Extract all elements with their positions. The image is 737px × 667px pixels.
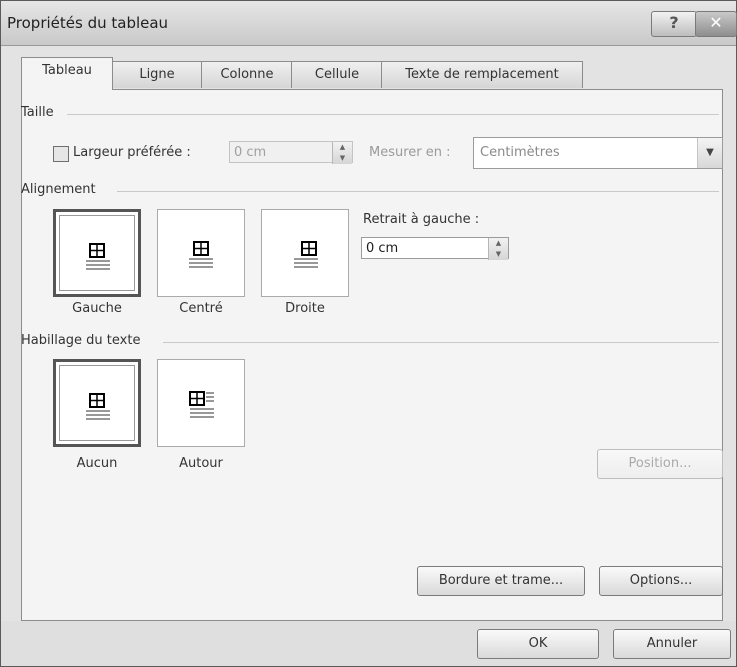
tab-tableau[interactable]: Tableau: [21, 57, 113, 90]
align-centre-label: Centré: [179, 301, 223, 316]
retrait-spinner[interactable]: ▲ ▼: [488, 238, 508, 260]
retrait-gauche-label: Retrait à gauche :: [363, 212, 480, 227]
divider: [67, 114, 719, 115]
spin-up-icon[interactable]: ▲: [333, 142, 352, 153]
align-centre-tile[interactable]: [157, 209, 245, 297]
help-button[interactable]: ?: [651, 11, 697, 37]
position-button[interactable]: Position...: [597, 449, 723, 479]
mesurer-en-value: Centimètres: [480, 145, 560, 160]
habillage-aucun-label: Aucun: [76, 456, 118, 471]
largeur-spinner[interactable]: ▲ ▼: [332, 142, 352, 164]
mesurer-en-select[interactable]: Centimètres ▼: [473, 137, 723, 169]
ok-button[interactable]: OK: [477, 629, 599, 659]
annuler-button[interactable]: Annuler: [613, 629, 731, 659]
section-taille: Taille: [21, 105, 54, 120]
largeur-preferee-input[interactable]: 0 cm ▲ ▼: [229, 141, 353, 164]
habillage-autour-label: Autour: [179, 456, 223, 471]
bordure-et-trame-button[interactable]: Bordure et trame...: [417, 566, 585, 596]
align-droite-label: Droite: [285, 301, 325, 316]
align-left-icon: [86, 243, 110, 270]
window-title: Propriétés du tableau: [7, 14, 169, 32]
retrait-gauche-input[interactable]: 0 cm ▲ ▼: [361, 237, 509, 260]
habillage-aucun-tile[interactable]: [53, 359, 141, 447]
title-bar[interactable]: Propriétés du tableau ? ✕: [1, 1, 737, 46]
tab-cellule[interactable]: Cellule: [291, 61, 383, 88]
section-alignement: Alignement: [21, 182, 96, 197]
wrap-none-icon: [86, 393, 110, 420]
spin-down-icon[interactable]: ▼: [333, 153, 352, 164]
close-button[interactable]: ✕: [695, 11, 737, 37]
divider: [117, 191, 719, 192]
wrap-around-icon: [189, 391, 214, 418]
dialog-footer: OK Annuler: [1, 621, 736, 666]
chevron-down-icon[interactable]: ▼: [697, 138, 722, 168]
spin-down-icon[interactable]: ▼: [489, 249, 508, 260]
tab-colonne[interactable]: Colonne: [201, 61, 293, 88]
tab-texte-de-remplacement[interactable]: Texte de remplacement: [381, 61, 583, 88]
align-droite-tile[interactable]: [261, 209, 349, 297]
table-properties-dialog: Propriétés du tableau ? ✕ Tableau Ligne …: [0, 0, 737, 667]
tab-ligne[interactable]: Ligne: [111, 61, 203, 88]
largeur-preferee-label[interactable]: Largeur préférée :: [73, 145, 191, 160]
largeur-preferee-checkbox[interactable]: [53, 146, 69, 162]
align-gauche-label: Gauche: [72, 301, 122, 316]
mesurer-en-label: Mesurer en :: [369, 145, 451, 160]
habillage-autour-tile[interactable]: [157, 359, 245, 447]
options-button[interactable]: Options...: [599, 566, 723, 596]
spin-up-icon[interactable]: ▲: [489, 238, 508, 249]
section-habillage: Habillage du texte: [21, 333, 141, 348]
align-right-icon: [294, 241, 318, 268]
divider: [163, 342, 719, 343]
align-gauche-tile[interactable]: [53, 209, 141, 297]
align-center-icon: [189, 241, 213, 268]
